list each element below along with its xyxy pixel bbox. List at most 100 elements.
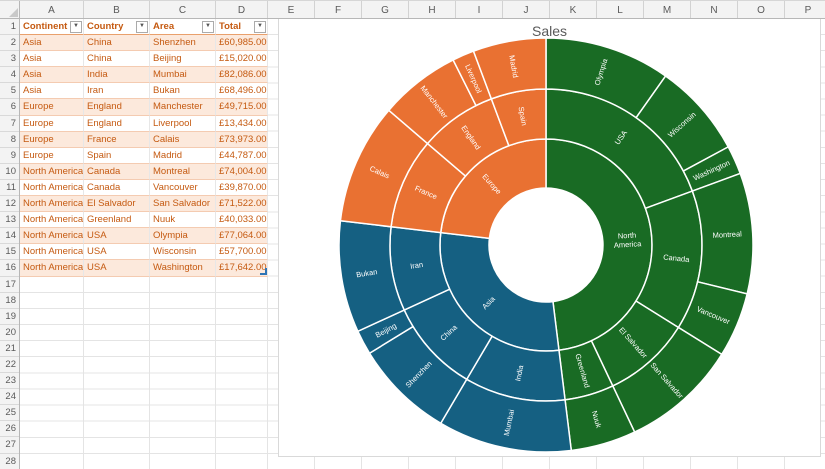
- select-all-corner[interactable]: [0, 1, 20, 19]
- row-header-12[interactable]: 12: [0, 196, 19, 213]
- table-cell[interactable]: Madrid: [150, 147, 216, 164]
- column-header-A[interactable]: A: [20, 1, 84, 18]
- table-cell[interactable]: Manchester: [150, 99, 216, 116]
- row-header-2[interactable]: 2: [0, 35, 19, 52]
- row-header-22[interactable]: 22: [0, 357, 19, 374]
- row-header-19[interactable]: 19: [0, 309, 19, 325]
- table-cell[interactable]: Asia: [20, 35, 84, 52]
- table-cell[interactable]: £57,700.00: [216, 244, 268, 261]
- column-header-F[interactable]: F: [315, 1, 362, 18]
- table-cell[interactable]: Canada: [84, 163, 150, 180]
- table-cell[interactable]: Iran: [84, 83, 150, 100]
- table-cell[interactable]: £49,715.00: [216, 99, 268, 116]
- table-cell[interactable]: China: [84, 35, 150, 52]
- table-header-area[interactable]: Area ▼: [150, 19, 216, 36]
- table-cell[interactable]: North America: [20, 179, 84, 197]
- table-cell[interactable]: USA: [84, 228, 150, 245]
- row-header-9[interactable]: 9: [0, 148, 19, 164]
- table-cell[interactable]: China: [84, 51, 150, 68]
- table-cell[interactable]: North America: [20, 260, 84, 277]
- table-cell[interactable]: North America: [20, 163, 84, 180]
- table-cell[interactable]: Montreal: [150, 163, 216, 180]
- column-header-L[interactable]: L: [597, 1, 644, 18]
- row-header-25[interactable]: 25: [0, 405, 19, 422]
- row-header-14[interactable]: 14: [0, 228, 19, 245]
- table-cell[interactable]: Asia: [20, 83, 84, 100]
- table-cell[interactable]: Europe: [20, 131, 84, 148]
- column-header-E[interactable]: E: [268, 1, 315, 18]
- sunburst-chart[interactable]: NorthAmerica USA Olympia Wisconsin Washingto…: [278, 9, 821, 457]
- table-cell[interactable]: North America: [20, 212, 84, 229]
- row-header-26[interactable]: 26: [0, 421, 19, 438]
- table-cell[interactable]: France: [84, 131, 150, 148]
- column-header-D[interactable]: D: [216, 1, 268, 18]
- table-cell[interactable]: £71,522.00: [216, 196, 268, 213]
- row-header-4[interactable]: 4: [0, 67, 19, 84]
- row-header-23[interactable]: 23: [0, 373, 19, 390]
- row-header-27[interactable]: 27: [0, 437, 19, 454]
- table-cell[interactable]: Beijing: [150, 51, 216, 68]
- table-cell[interactable]: San Salvador: [150, 196, 216, 213]
- table-cell[interactable]: Vancouver: [150, 179, 216, 197]
- row-header-28[interactable]: 28: [0, 454, 19, 469]
- table-cell[interactable]: North America: [20, 244, 84, 261]
- column-header-P[interactable]: P: [785, 1, 825, 18]
- table-cell[interactable]: USA: [84, 244, 150, 261]
- table-cell[interactable]: Europe: [20, 115, 84, 132]
- table-cell[interactable]: Europe: [20, 147, 84, 164]
- column-header-K[interactable]: K: [550, 1, 597, 18]
- filter-dropdown-icon[interactable]: ▼: [202, 21, 214, 33]
- table-cell[interactable]: £74,004.00: [216, 163, 268, 180]
- column-header-H[interactable]: H: [409, 1, 456, 18]
- row-header-16[interactable]: 16: [0, 260, 19, 277]
- column-header-J[interactable]: J: [503, 1, 550, 18]
- table-cell[interactable]: Canada: [84, 179, 150, 197]
- table-cell[interactable]: £77,064.00: [216, 228, 268, 245]
- row-header-3[interactable]: 3: [0, 51, 19, 68]
- filter-dropdown-icon[interactable]: ▼: [136, 21, 148, 33]
- table-cell[interactable]: England: [84, 115, 150, 132]
- row-header-15[interactable]: 15: [0, 244, 19, 261]
- table-cell[interactable]: Nuuk: [150, 212, 216, 229]
- table-cell[interactable]: North America: [20, 228, 84, 245]
- table-cell[interactable]: India: [84, 67, 150, 84]
- column-header-I[interactable]: I: [456, 1, 503, 18]
- table-cell[interactable]: Shenzhen: [150, 35, 216, 52]
- table-cell[interactable]: Wisconsin: [150, 244, 216, 261]
- table-cell[interactable]: £39,870.00: [216, 179, 268, 197]
- filter-dropdown-icon[interactable]: ▼: [70, 21, 82, 33]
- row-header-5[interactable]: 5: [0, 83, 19, 100]
- row-header-17[interactable]: 17: [0, 277, 19, 293]
- table-cell[interactable]: Spain: [84, 147, 150, 164]
- table-cell[interactable]: Greenland: [84, 212, 150, 229]
- table-cell[interactable]: £15,020.00: [216, 51, 268, 68]
- table-cell[interactable]: £44,787.00: [216, 147, 268, 164]
- row-header-21[interactable]: 21: [0, 341, 19, 357]
- table-cell[interactable]: Liverpool: [150, 115, 216, 132]
- row-header-20[interactable]: 20: [0, 325, 19, 341]
- column-header-C[interactable]: C: [150, 1, 216, 18]
- row-header-11[interactable]: 11: [0, 180, 19, 197]
- table-cell[interactable]: Europe: [20, 99, 84, 116]
- column-header-B[interactable]: B: [84, 1, 150, 18]
- table-header-total[interactable]: Total ▼: [216, 19, 268, 36]
- row-header-24[interactable]: 24: [0, 389, 19, 406]
- table-header-continent[interactable]: Continent ▼: [20, 19, 84, 36]
- table-cell[interactable]: Washington: [150, 260, 216, 277]
- table-cell[interactable]: £13,434.00: [216, 115, 268, 132]
- column-header-M[interactable]: M: [644, 1, 691, 18]
- filter-dropdown-icon[interactable]: ▼: [254, 21, 266, 33]
- table-cell[interactable]: North America: [20, 196, 84, 213]
- table-cell[interactable]: £68,496.00: [216, 83, 268, 100]
- table-cell[interactable]: Asia: [20, 51, 84, 68]
- table-cell[interactable]: £60,985.00: [216, 35, 268, 52]
- table-header-country[interactable]: Country ▼: [84, 19, 150, 36]
- table-cell[interactable]: England: [84, 99, 150, 116]
- column-header-G[interactable]: G: [362, 1, 409, 18]
- row-header-1[interactable]: 1: [0, 19, 19, 36]
- table-cell[interactable]: Asia: [20, 67, 84, 84]
- column-header-N[interactable]: N: [691, 1, 738, 18]
- row-header-10[interactable]: 10: [0, 164, 19, 180]
- table-cell[interactable]: Mumbai: [150, 67, 216, 84]
- table-cell[interactable]: £40,033.00: [216, 212, 268, 229]
